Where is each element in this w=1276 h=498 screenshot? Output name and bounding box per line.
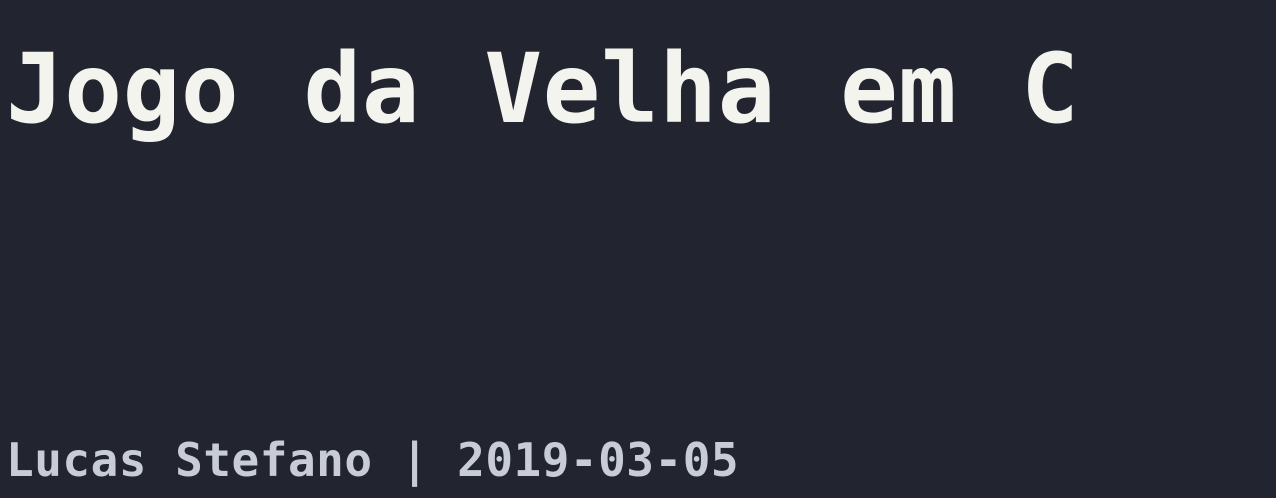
author-name: Lucas Stefano (6, 433, 373, 487)
post-header: Jogo da Velha em C Lucas Stefano | 2019-… (0, 0, 1276, 498)
post-date: 2019-03-05 (457, 433, 740, 487)
page-title: Jogo da Velha em C (6, 33, 1080, 145)
meta-separator: | (400, 433, 429, 487)
post-meta: Lucas Stefano | 2019-03-05 (6, 430, 739, 490)
